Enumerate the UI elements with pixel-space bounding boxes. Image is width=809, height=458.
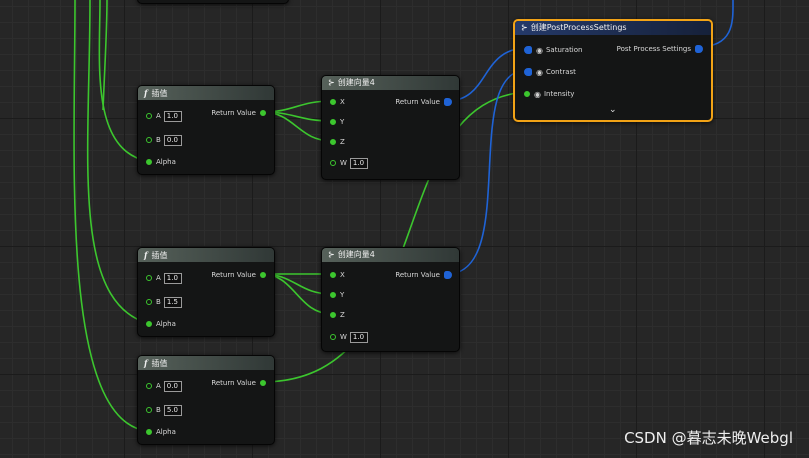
struct-pin-icon[interactable] bbox=[695, 45, 703, 53]
value-field-a[interactable]: 1.0 bbox=[163, 110, 182, 122]
pin-contrast[interactable]: ◉ Contrast bbox=[524, 67, 576, 77]
pin-alpha[interactable]: Alpha bbox=[146, 427, 176, 437]
lerp-node-header[interactable]: f 插值 bbox=[138, 248, 274, 262]
pin-b[interactable]: B 5.0 bbox=[146, 404, 182, 416]
pin-z[interactable]: Z bbox=[330, 137, 345, 147]
struct-pin-icon[interactable] bbox=[444, 98, 452, 106]
pin-y[interactable]: Y bbox=[330, 117, 344, 127]
pin-circle-icon[interactable] bbox=[146, 429, 152, 435]
pin-circle-icon[interactable] bbox=[330, 272, 336, 278]
value-field-b[interactable]: 5.0 bbox=[163, 404, 182, 416]
lerp-node-header[interactable]: f 插值 bbox=[138, 356, 274, 370]
make-vector4-node-1[interactable]: ⊱ 创建向量4 X Y Z W 1.0 Return Value bbox=[321, 75, 460, 180]
pin-circle-icon[interactable] bbox=[524, 91, 530, 97]
pin-circle-icon[interactable] bbox=[330, 334, 336, 340]
struct-pin-icon[interactable] bbox=[444, 271, 452, 279]
pin-circle-icon[interactable] bbox=[146, 275, 152, 281]
post-process-settings-output-pin[interactable]: Post Process Settings bbox=[617, 44, 703, 54]
value-field-a[interactable]: 0.0 bbox=[163, 380, 182, 392]
node-title: 插值 bbox=[151, 89, 168, 98]
value-field-a[interactable]: 1.0 bbox=[163, 272, 182, 284]
pin-x[interactable]: X bbox=[330, 97, 345, 107]
pin-circle-icon[interactable] bbox=[146, 159, 152, 165]
pin-circle-icon[interactable] bbox=[330, 139, 336, 145]
pin-circle-icon[interactable] bbox=[330, 119, 336, 125]
pps-node-header[interactable]: ⊱ 创建PostProcessSettings bbox=[515, 21, 711, 35]
return-value-pin[interactable]: Return Value bbox=[395, 97, 452, 107]
pin-a[interactable]: A 0.0 bbox=[146, 380, 182, 392]
make-struct-icon: ⊱ bbox=[328, 78, 335, 87]
pin-intensity[interactable]: ◉ Intensity bbox=[524, 89, 574, 99]
watermark: CSDN @暮志未晚Webgl bbox=[624, 429, 793, 447]
pin-circle-icon[interactable] bbox=[330, 312, 336, 318]
partial-node-top[interactable] bbox=[137, 0, 289, 4]
pin-w[interactable]: W 1.0 bbox=[330, 157, 368, 169]
make-struct-icon: ⊱ bbox=[521, 23, 528, 32]
struct-pin-icon[interactable] bbox=[524, 68, 532, 76]
pin-alpha[interactable]: Alpha bbox=[146, 157, 176, 167]
pin-circle-icon[interactable] bbox=[260, 380, 266, 386]
eye-icon[interactable]: ◉ bbox=[534, 90, 541, 99]
value-field-w[interactable]: 1.0 bbox=[349, 331, 368, 343]
return-value-pin[interactable]: Return Value bbox=[211, 378, 266, 388]
pin-w[interactable]: W 1.0 bbox=[330, 331, 368, 343]
value-field-w[interactable]: 1.0 bbox=[349, 157, 368, 169]
lerp-node-3[interactable]: f 插值 A 0.0 B 5.0 Alpha Return Value bbox=[137, 355, 275, 445]
pin-circle-icon[interactable] bbox=[146, 137, 152, 143]
wire-left-extra bbox=[102, 0, 108, 111]
function-icon: f bbox=[144, 358, 148, 368]
eye-icon[interactable]: ◉ bbox=[536, 68, 543, 77]
node-title: 创建向量4 bbox=[337, 250, 375, 259]
lerp-node-1[interactable]: f 插值 A 1.0 B 0.0 Alpha Return Value bbox=[137, 85, 275, 175]
make-struct-icon: ⊱ bbox=[328, 250, 335, 259]
pin-circle-icon[interactable] bbox=[146, 299, 152, 305]
vector-node-header[interactable]: ⊱ 创建向量4 bbox=[322, 248, 459, 262]
pin-saturation[interactable]: ◉ Saturation bbox=[524, 45, 582, 55]
pin-b[interactable]: B 0.0 bbox=[146, 134, 182, 146]
pin-alpha[interactable]: Alpha bbox=[146, 319, 176, 329]
vector-node-header[interactable]: ⊱ 创建向量4 bbox=[322, 76, 459, 90]
lerp-node-header[interactable]: f 插值 bbox=[138, 86, 274, 100]
node-title: 创建向量4 bbox=[337, 78, 375, 87]
node-title: 插值 bbox=[151, 251, 168, 260]
return-value-pin[interactable]: Return Value bbox=[211, 270, 266, 280]
pin-circle-icon[interactable] bbox=[260, 110, 266, 116]
eye-icon[interactable]: ◉ bbox=[536, 46, 543, 55]
pin-circle-icon[interactable] bbox=[146, 383, 152, 389]
function-icon: f bbox=[144, 88, 148, 98]
pin-x[interactable]: X bbox=[330, 270, 345, 280]
chevron-down-icon[interactable]: ⌄ bbox=[609, 105, 617, 115]
function-icon: f bbox=[144, 250, 148, 260]
pin-b[interactable]: B 1.5 bbox=[146, 296, 182, 308]
struct-pin-icon[interactable] bbox=[524, 46, 532, 54]
pin-z[interactable]: Z bbox=[330, 310, 345, 320]
value-field-b[interactable]: 0.0 bbox=[163, 134, 182, 146]
node-title: 插值 bbox=[151, 359, 168, 368]
pin-y[interactable]: Y bbox=[330, 290, 344, 300]
node-title: 创建PostProcessSettings bbox=[530, 23, 627, 32]
pin-circle-icon[interactable] bbox=[330, 99, 336, 105]
pin-circle-icon[interactable] bbox=[146, 321, 152, 327]
pin-circle-icon[interactable] bbox=[260, 272, 266, 278]
return-value-pin[interactable]: Return Value bbox=[395, 270, 452, 280]
pin-circle-icon[interactable] bbox=[146, 407, 152, 413]
lerp-node-2[interactable]: f 插值 A 1.0 B 1.5 Alpha Return Value bbox=[137, 247, 275, 337]
pin-a[interactable]: A 1.0 bbox=[146, 272, 182, 284]
return-value-pin[interactable]: Return Value bbox=[211, 108, 266, 118]
pin-circle-icon[interactable] bbox=[146, 113, 152, 119]
pin-circle-icon[interactable] bbox=[330, 292, 336, 298]
pin-circle-icon[interactable] bbox=[330, 160, 336, 166]
make-vector4-node-2[interactable]: ⊱ 创建向量4 X Y Z W 1.0 Return Value bbox=[321, 247, 460, 352]
make-post-process-settings-node[interactable]: ⊱ 创建PostProcessSettings ◉ Saturation ◉ Cont… bbox=[513, 19, 713, 122]
value-field-b[interactable]: 1.5 bbox=[163, 296, 182, 308]
pin-a[interactable]: A 1.0 bbox=[146, 110, 182, 122]
